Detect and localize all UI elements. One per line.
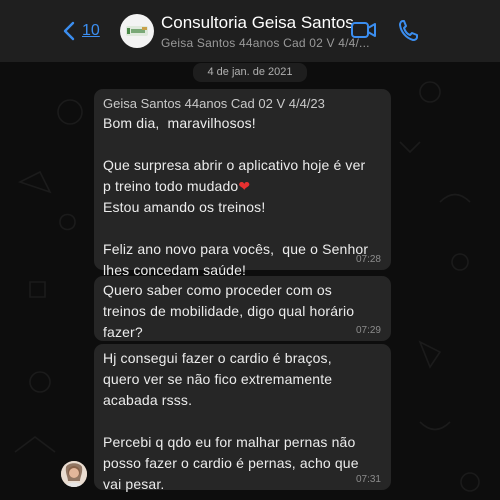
video-call-icon <box>351 22 376 38</box>
phone-icon <box>399 20 418 41</box>
message-text-part: Estou amando os treinos! Feliz ano novo … <box>103 199 369 278</box>
group-logo <box>126 26 148 36</box>
message-time: 07:29 <box>355 325 381 336</box>
video-call-button[interactable] <box>350 18 378 47</box>
chat-subtitle[interactable]: Geisa Santos 44anos Cad 02 V 4/4/... <box>161 36 370 50</box>
message-time: 07:28 <box>355 254 381 265</box>
voice-call-button[interactable] <box>398 18 420 47</box>
chat-header: 10 Consultoria Geisa Santos Geisa Santos… <box>0 0 500 62</box>
back-button[interactable]: 10 <box>62 18 100 44</box>
message-bubble[interactable]: Quero saber como proceder com os treinos… <box>94 276 391 341</box>
message-text: Bom dia, maravilhosos! Que surpresa abri… <box>103 113 382 281</box>
message-text: Quero saber como proceder com os treinos… <box>103 282 355 340</box>
date-separator: 4 de jan. de 2021 <box>193 63 307 82</box>
message-text-part: Bom dia, maravilhosos! Que surpresa abri… <box>103 115 366 194</box>
message-sender[interactable]: Geisa Santos 44anos Cad 02 V 4/4/23 <box>103 94 382 113</box>
chat-title[interactable]: Consultoria Geisa Santos <box>161 13 354 33</box>
message-time: 07:31 <box>355 474 381 485</box>
sender-photo <box>61 461 87 487</box>
message-bubble[interactable]: Geisa Santos 44anos Cad 02 V 4/4/23 Bom … <box>94 89 391 278</box>
sender-avatar[interactable] <box>61 461 87 487</box>
group-avatar[interactable] <box>120 14 154 48</box>
unread-count: 10 <box>82 22 100 39</box>
heart-emoji: ❤ <box>238 178 251 194</box>
message-text: Hj consegui fazer o cardio é braços, que… <box>103 350 359 492</box>
chat-screen: 10 Consultoria Geisa Santos Geisa Santos… <box>0 0 500 500</box>
chevron-left-icon <box>63 21 75 41</box>
message-bubble[interactable]: Hj consegui fazer o cardio é braços, que… <box>94 344 391 492</box>
